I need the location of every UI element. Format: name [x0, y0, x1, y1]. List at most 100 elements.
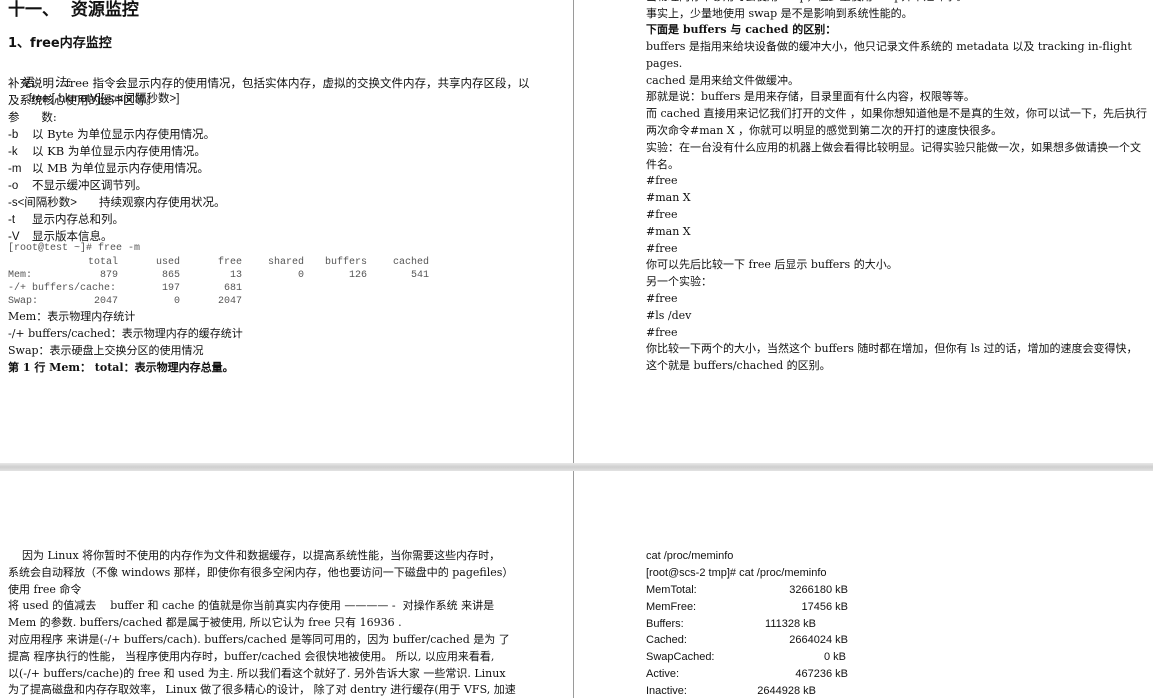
table-header: shared — [267, 257, 304, 268]
option-description: 以 Byte 为单位显示内存使用情况。 — [32, 127, 216, 141]
table-header: free — [217, 257, 242, 268]
body-line: 两次命令#man X ，你就可以明显的感觉到第二次的开打的速度快很多。 — [646, 124, 1003, 137]
table-cell: 0 — [297, 270, 304, 281]
body-line: #free — [646, 241, 678, 255]
meminfo-key: Buffers: — [646, 617, 684, 630]
meminfo-value: 0 kB — [823, 651, 846, 664]
meminfo-row: Buffers: 111328 kB — [646, 616, 816, 633]
body-line: Mem 的参数. buffers/cached 都是属于被使用, 所以它认为 f… — [8, 616, 402, 630]
option-item: -k 以 KB 为单位显示内存使用情况。 — [8, 143, 206, 160]
body-line: #free — [646, 174, 678, 188]
meminfo-value: 2644928 kB — [757, 684, 816, 697]
subheading: 下面是 buffers 与 cached 的区别： — [646, 23, 837, 36]
meminfo-value: 467236 kB — [795, 668, 848, 680]
body-line: #free — [646, 208, 678, 221]
body-line: #free — [646, 325, 678, 339]
option-description: 不显示缓冲区调节列。 — [32, 178, 147, 192]
option-description: 持续观察内存使用状况。 — [99, 195, 226, 209]
meminfo-prompt: [root@scs-2 tmp]# cat /proc/meminfo — [646, 567, 827, 579]
page-divider-horizontal — [0, 463, 1153, 471]
table-cell: 541 — [410, 270, 429, 281]
option-item: -m 以 MB 为单位显示内存使用情况。 — [8, 160, 209, 177]
table-cell: 197 — [161, 283, 180, 294]
body-line: 那就是说：buffers 是用来存储，目录里面有什么内容，权限等等。 — [646, 90, 975, 104]
page-divider-vertical — [573, 0, 574, 698]
meminfo-row: MemFree: 17456 kB — [646, 599, 848, 616]
table-header-row: total used free shared buffers cached — [8, 256, 429, 269]
meminfo-key: SwapCached: — [646, 651, 715, 664]
meminfo-key: MemFree: — [646, 600, 697, 613]
body-line: 以(-/+ buffers/cache)的 free 和 used 为主. 所以… — [8, 666, 506, 680]
section-heading: 1、free内存监控 — [8, 36, 112, 51]
body-line: 你比较一下两个的大小，当然这个 buffers 随时都在增加，但你有 ls 过的… — [646, 342, 1138, 356]
option-description: 以 KB 为单位显示内存使用情况。 — [32, 144, 206, 158]
body-line: cached 是用来给文件做缓冲。 — [646, 73, 800, 87]
meminfo-row: Cached: 2664024 kB — [646, 632, 848, 649]
note-line-2: 及系统核心使用的缓冲区等。 — [8, 93, 158, 107]
body-line: 另一个实验： — [646, 275, 712, 289]
table-row: Mem: 879 865 13 0 126 541 — [8, 269, 429, 282]
option-flag: -k — [8, 146, 18, 158]
table-cell: 126 — [348, 270, 367, 281]
body-line: #man X — [646, 224, 691, 238]
body-line: 将 used 的值减去 buffer 和 cache 的值就是你当前真实内存使用… — [8, 599, 495, 613]
explain-buffers: -/+ buffers/cached：表示物理内存的缓存统计 — [8, 327, 243, 340]
meminfo-row: Active: 467236 kB — [646, 666, 848, 683]
table-cell: 0 — [173, 296, 180, 307]
chapter-title: 十一、 资源监控 — [8, 0, 139, 20]
table-header — [8, 256, 70, 269]
option-item: -b 以 Byte 为单位显示内存使用情况。 — [8, 126, 215, 143]
body-line: 事实上，少量地使用 swap 是不是影响到系统性能的。 — [646, 7, 913, 20]
option-flag: -t — [8, 214, 16, 226]
body-line: pages. — [646, 56, 683, 70]
meminfo-row: Inactive: 2644928 kB — [646, 683, 816, 698]
table-header: cached — [392, 257, 429, 268]
body-line: 你可以先后比较一下 free 后显示 buffers 的大小。 — [646, 258, 898, 272]
body-line: #man X — [646, 191, 691, 205]
table-cell: 865 — [161, 270, 180, 281]
meminfo-key: Cached: — [646, 634, 687, 647]
body-line: 实验：在一台没有什么应用的机器上做会看得比较明显。记得实验只能做一次，如果想多做… — [646, 140, 1141, 154]
option-flag: -o — [8, 180, 19, 192]
free-output-table: total used free shared buffers cached Me… — [8, 256, 429, 308]
body-line: 使用 free 命令 — [8, 582, 82, 596]
body-line: 这个就是 buffers/chached 的区别。 — [646, 359, 831, 373]
option-item: -o 不显示缓冲区调节列。 — [8, 177, 147, 194]
document-page-3: 因为 Linux 将你暂时不使用的内存作为文件和数据缓存，以提高系统性能，当你需… — [0, 471, 573, 698]
option-flag: -b — [8, 129, 19, 141]
meminfo-value: 2664024 kB — [789, 634, 848, 647]
table-header: used — [155, 257, 180, 268]
body-line: 系统会自动释放（不像 windows 那样，即使你有很多空闲内存，他也要访问一下… — [8, 565, 514, 579]
table-cell: -/+ buffers/cache: — [8, 283, 117, 294]
table-cell: 13 — [229, 270, 242, 281]
table-cell: 879 — [99, 270, 118, 281]
meminfo-value: 17456 kB — [801, 600, 848, 613]
explain-swap: Swap：表示硬盘上交换分区的使用情况 — [8, 344, 204, 357]
explain-mem: Mem：表示物理内存统计 — [8, 310, 136, 323]
params-label: 参 数: — [8, 110, 57, 124]
body-line: 因为 Linux 将你暂时不使用的内存作为文件和数据缓存，以提高系统性能，当你需… — [8, 549, 501, 562]
meminfo-row: MemTotal: 3266180 kB — [646, 582, 848, 599]
body-line: 为了提高磁盘和内存存取效率， Linux 做了很多精心的设计， 除了对 dent… — [8, 683, 516, 697]
table-cell: Mem: — [8, 270, 33, 281]
terminal-prompt: [root@test ~]# free -m — [8, 243, 141, 254]
table-cell: 681 — [223, 283, 242, 294]
document-page-1: 十一、 资源监控 1、free内存监控 语 法: free [-bkmotV][… — [0, 0, 573, 463]
table-cell: Swap: — [8, 296, 39, 307]
note-line-1: 补充说明：free 指令会显示内存的使用情况，包括实体内存，虚拟的交换文件内存，… — [8, 76, 530, 90]
meminfo-value: 3266180 kB — [789, 584, 848, 596]
body-line: 提高 程序执行的性能， 当程序使用内存时，buffer/cached 会很快地被… — [8, 649, 495, 663]
body-line: #ls /dev — [646, 308, 692, 322]
meminfo-key: Active: — [646, 668, 680, 680]
meminfo-key: MemTotal: — [646, 584, 697, 596]
table-header: buffers — [324, 257, 367, 268]
body-line: buffers 是指用来给块设备做的缓冲大小，他只记录文件系统的 metadat… — [646, 40, 1132, 53]
option-description: 以 MB 为单位显示内存使用情况。 — [32, 161, 210, 175]
meminfo-key: Inactive: — [646, 684, 687, 697]
document-page-4: cat /proc/meminfo [root@scs-2 tmp]# cat … — [574, 471, 1153, 698]
body-line: 对应用程序 来讲是(-/+ buffers/cach). buffers/cac… — [8, 633, 510, 646]
meminfo-value: 111328 kB — [765, 617, 816, 630]
option-item: -t 显示内存总和列。 — [8, 211, 124, 228]
body-line: 件名。 — [646, 157, 679, 171]
table-header: total — [87, 257, 118, 268]
